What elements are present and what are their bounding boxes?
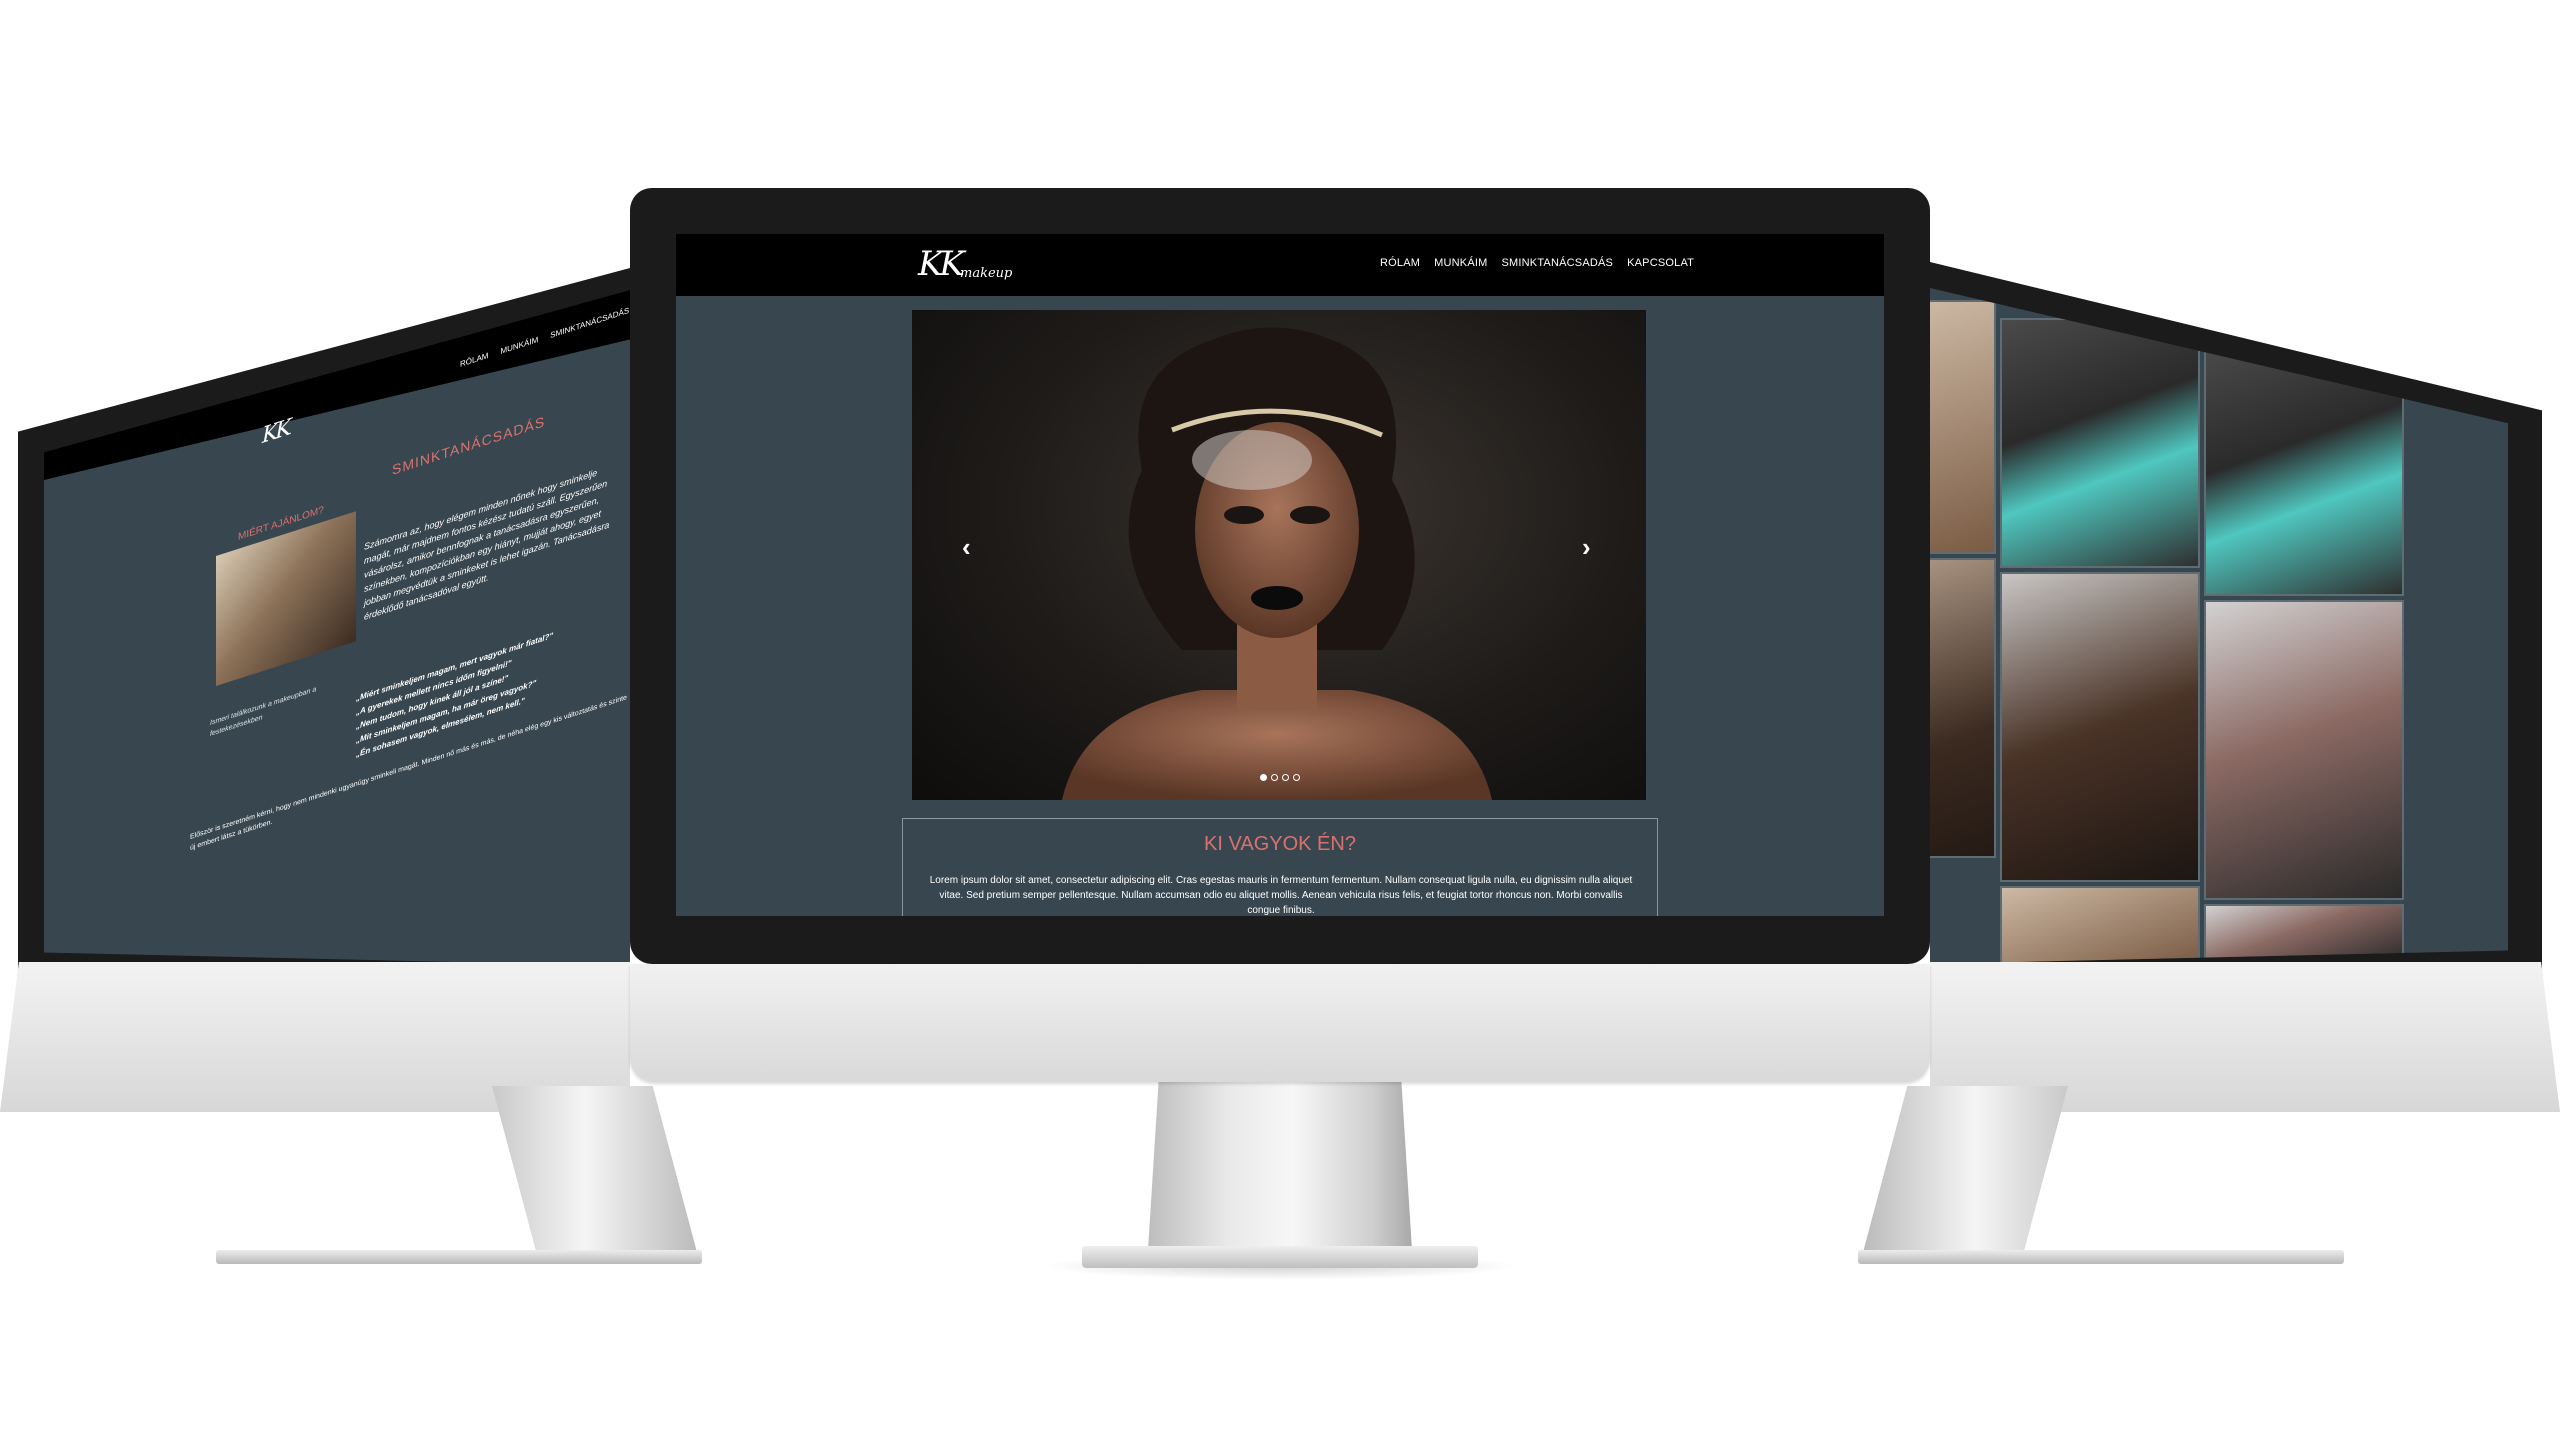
logo-subtitle: makeup — [960, 266, 1013, 281]
right-monitor-stand — [1862, 1086, 2068, 1256]
site-navbar: KK makeup RÓLAM MUNKÁIM SMINKTANÁCSADÁS … — [676, 234, 1884, 296]
gallery-photo[interactable] — [2000, 318, 2200, 568]
hero-portrait-image — [1062, 327, 1492, 800]
site-logo[interactable]: KK makeup — [918, 244, 1048, 288]
nav-item-rolam[interactable]: RÓLAM — [1380, 257, 1420, 269]
about-section: KI VAGYOK ÉN? Lorem ipsum dolor sit amet… — [902, 818, 1658, 916]
hero-slider: ‹ › — [912, 310, 1646, 800]
left-monitor-stand — [492, 1086, 698, 1256]
nav-item-munkaim[interactable]: MUNKÁIM — [1434, 257, 1487, 269]
gallery-photo[interactable] — [1930, 300, 1996, 554]
monitor-mockup-scene: RÓLAM MUNKÁIM SMINKTANÁCSADÁS KK SMINKTA… — [0, 0, 2560, 1440]
slider-dot[interactable] — [1271, 774, 1278, 781]
center-monitor-screen: KK makeup RÓLAM MUNKÁIM SMINKTANÁCSADÁS … — [676, 234, 1884, 916]
about-title: KI VAGYOK ÉN? — [1204, 833, 1356, 855]
slider-pagination — [1260, 774, 1300, 781]
nav-item-kapcsolat[interactable]: KAPCSOLAT — [1627, 257, 1694, 269]
slider-dot[interactable] — [1293, 774, 1300, 781]
logo-monogram: KK — [918, 244, 965, 284]
nav-menu: RÓLAM MUNKÁIM SMINKTANÁCSADÁS KAPCSOLAT — [1380, 257, 1694, 269]
gallery-photo[interactable] — [2000, 886, 2200, 964]
left-monitor-foot — [216, 1250, 702, 1264]
slider-dot[interactable] — [1282, 774, 1289, 781]
slider-next-icon[interactable]: › — [1582, 532, 1591, 563]
about-text: Lorem ipsum dolor sit amet, consectetur … — [929, 875, 1633, 916]
gallery-photo[interactable] — [1930, 558, 1996, 858]
center-monitor-chin — [630, 964, 1930, 1082]
left-site-navbar — [44, 290, 630, 480]
center-monitor-foot — [1082, 1246, 1478, 1268]
slider-dot[interactable] — [1260, 774, 1267, 781]
slider-prev-icon[interactable]: ‹ — [962, 532, 971, 563]
nav-item-sminktanacsadas[interactable]: SMINKTANÁCSADÁS — [1501, 257, 1613, 269]
center-monitor-stand — [1148, 1082, 1412, 1250]
right-monitor-foot — [1858, 1250, 2344, 1264]
gallery-photo[interactable] — [2000, 572, 2200, 882]
gallery-photo[interactable] — [2204, 600, 2404, 900]
